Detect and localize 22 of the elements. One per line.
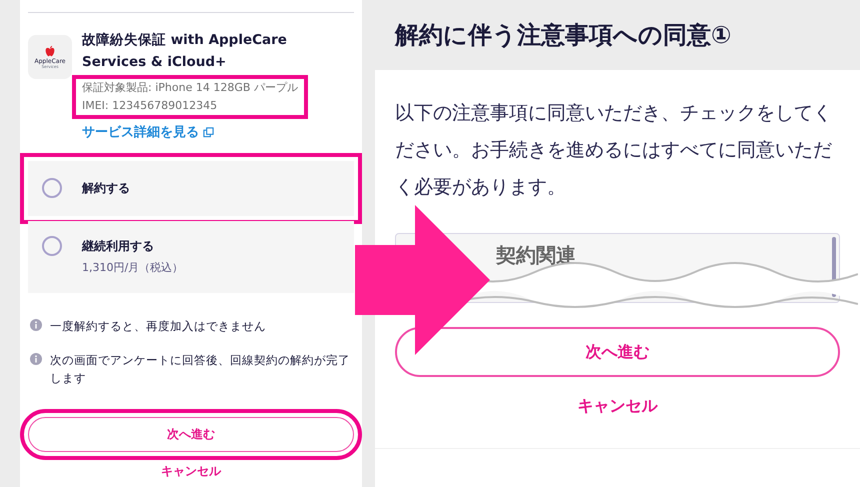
product-details: 保証対象製品: iPhone 14 128GB パープル IMEI: 123456789012345 [72,75,308,119]
external-link-icon [203,127,214,138]
service-details-link[interactable]: サービス詳細を見る [82,123,350,142]
option-label: 解約する [82,180,130,197]
intro-text: 以下の注意事項に同意いただき、チェックをしてください。お手続きを進めるにはすべてに同意いただく必要があります。 [395,101,833,200]
radio-button[interactable] [42,236,62,256]
cancel-link[interactable]: キャンセル [578,394,658,418]
option-card[interactable]: 継続利用する 1,310円/月（税込） [28,220,354,292]
next-button[interactable]: 次へ進む [395,327,840,377]
info-icon [30,318,42,330]
page-title: 解約に伴う注意事項への同意① [395,20,732,51]
note-text: 一度解約すると、再度加入はできません [50,318,267,334]
note-text: 次の画面でアンケートに回答後、回線契約の解約が完了します [50,352,350,386]
product-title: 故障紛失保証 with AppleCare Services & iCloud+ [82,31,288,72]
option-card[interactable]: 解約する [28,160,354,216]
arrow-icon [355,205,490,355]
cancel-link[interactable]: キャンセル [161,462,221,480]
option-label: 継続利用する [82,238,155,254]
option-price: 1,310円/月（税込） [82,260,184,276]
info-icon [30,352,42,364]
apple-icon [43,45,57,59]
radio-button[interactable] [42,178,62,198]
